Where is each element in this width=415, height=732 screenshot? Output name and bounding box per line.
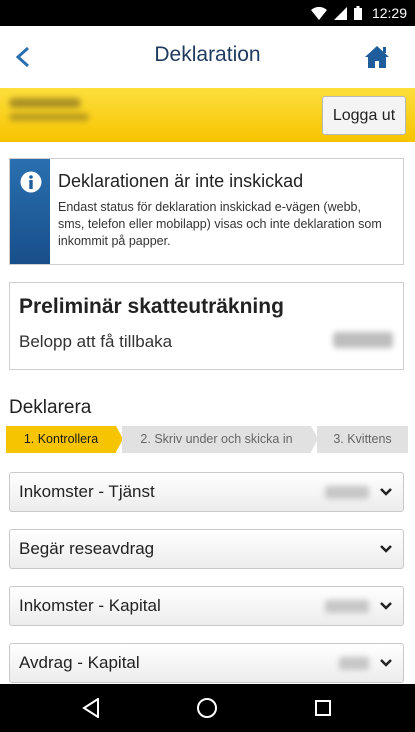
status-notice: Deklarationen är inte inskickad Endast s… [9, 158, 404, 265]
accordion-label: Inkomster - Tjänst [19, 482, 155, 501]
chevron-down-icon [380, 602, 392, 610]
nav-back-icon[interactable] [82, 698, 100, 718]
nav-recents-icon[interactable] [314, 699, 332, 717]
chevron-down-icon [380, 659, 392, 667]
battery-icon [353, 6, 362, 20]
chevron-down-icon [380, 488, 392, 496]
accordion-label: Inkomster - Kapital [19, 596, 161, 615]
nav-home-icon[interactable] [196, 697, 218, 719]
step-2: 2. Skriv under och skicka in [122, 426, 311, 453]
home-icon[interactable] [364, 45, 390, 69]
info-icon [20, 171, 42, 193]
step-3: 3. Kvittens [317, 426, 408, 453]
section-title: Deklarera [9, 397, 92, 418]
progress-stepper: 1. Kontrollera 2. Skriv under och skicka… [6, 426, 408, 453]
page-title: Deklaration [154, 43, 261, 66]
accordion-inkomster-tjanst[interactable]: Inkomster - Tjänst [9, 472, 404, 512]
accordion-amount-redacted [325, 486, 369, 499]
tax-estimate-card[interactable]: Preliminär skatteuträkning Belopp att få… [9, 282, 404, 370]
chevron-down-icon [380, 545, 392, 553]
notice-title: Deklarationen är inte inskickad [58, 171, 304, 191]
status-time: 12:29 [371, 5, 407, 21]
estimate-title: Preliminär skatteuträkning [19, 295, 284, 318]
step-1: 1. Kontrollera [6, 426, 116, 453]
signal-icon [333, 6, 347, 20]
notice-text: Endast status för deklaration inskickad … [58, 200, 382, 248]
accordion-inkomster-kapital[interactable]: Inkomster - Kapital [9, 586, 404, 626]
accordion-reseavdrag[interactable]: Begär reseavdrag [9, 529, 404, 569]
notice-band [10, 159, 50, 264]
accordion-avdrag-kapital[interactable]: Avdrag - Kapital [9, 643, 404, 683]
system-nav-bar [0, 684, 415, 732]
accordion-amount-redacted [325, 600, 369, 613]
estimate-amount-redacted [333, 332, 393, 348]
status-icons: 12:29 [310, 0, 407, 26]
user-name-redacted [9, 98, 81, 108]
estimate-label: Belopp att få tillbaka [19, 332, 173, 351]
app-bar: Deklaration [0, 26, 415, 88]
accordion-label: Begär reseavdrag [19, 539, 155, 558]
status-bar: 12:29 [0, 0, 415, 26]
logout-button[interactable]: Logga ut [322, 96, 406, 135]
user-bar: Logga ut [0, 88, 415, 142]
accordion-label: Avdrag - Kapital [19, 653, 140, 672]
wifi-icon [310, 6, 327, 20]
accordion-amount-redacted [339, 657, 369, 670]
user-id-redacted [9, 113, 89, 121]
